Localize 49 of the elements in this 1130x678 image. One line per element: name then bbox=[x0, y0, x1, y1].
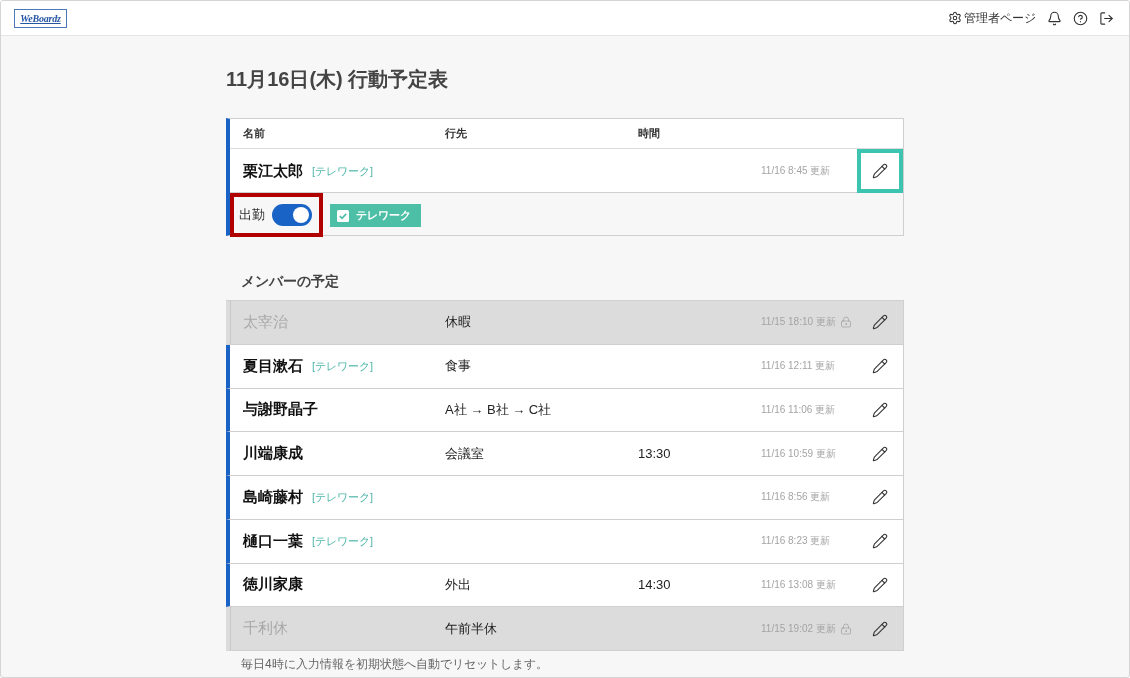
attendance-toggle[interactable] bbox=[272, 204, 312, 226]
updated-time: 11/16 8:23 更新 bbox=[761, 534, 831, 549]
pencil-icon bbox=[872, 314, 888, 331]
pencil-icon bbox=[872, 576, 888, 593]
pencil-icon bbox=[872, 401, 888, 418]
member-name: 樋口一葉 bbox=[243, 531, 303, 551]
help-icon bbox=[1072, 10, 1088, 26]
updated-time: 11/16 13:08 更新 bbox=[761, 577, 836, 592]
member-name: 徳川家康 bbox=[243, 575, 303, 595]
telework-label: [テレワーク] bbox=[312, 489, 374, 505]
member-name: 栗江太郎 bbox=[243, 161, 303, 181]
destination-text: 外出 bbox=[445, 575, 471, 594]
updated-time: 11/16 8:45 更新 bbox=[761, 164, 831, 178]
pencil-icon bbox=[872, 620, 888, 637]
page-title: 11月16日(木) 行動予定表 bbox=[226, 67, 450, 92]
updated-time: 11/16 8:56 更新 bbox=[761, 490, 831, 505]
pencil-icon bbox=[872, 489, 888, 506]
column-header: 時間 bbox=[638, 126, 661, 141]
time-text: 13:30 bbox=[638, 446, 671, 462]
attendance-label: 出勤 bbox=[239, 206, 265, 224]
destination-text: 休暇 bbox=[445, 313, 471, 332]
time-text: 14:30 bbox=[638, 577, 671, 593]
bell-icon bbox=[1046, 10, 1062, 26]
section-title: メンバーの予定 bbox=[240, 272, 340, 290]
updated-time: 11/16 11:06 更新 bbox=[761, 402, 836, 417]
admin-page-link[interactable]: 管理者ページ bbox=[948, 9, 1036, 27]
column-header: 行先 bbox=[445, 126, 468, 141]
note-text: 毎日4時に入力情報を初期状態へ自動でリセットします。 bbox=[240, 657, 549, 672]
member-name: 夏目漱石 bbox=[243, 356, 303, 376]
updated-time: 11/16 10:59 更新 bbox=[761, 446, 836, 461]
logo[interactable]: WeBoardz bbox=[14, 8, 67, 28]
destination-text: 会議室 bbox=[445, 444, 484, 463]
updated-time: 11/16 12:11 更新 bbox=[761, 359, 836, 374]
telework-label: [テレワーク] bbox=[312, 358, 374, 374]
logout-icon bbox=[1098, 10, 1114, 26]
settings-icon bbox=[948, 11, 962, 25]
destination-text: A社 → B社 → C社 bbox=[445, 400, 552, 419]
pencil-icon bbox=[872, 533, 888, 550]
pencil-icon bbox=[872, 445, 888, 462]
member-name: 川端康成 bbox=[243, 444, 303, 464]
telework-label: [テレワーク] bbox=[312, 163, 374, 179]
pencil-icon bbox=[872, 358, 888, 375]
member-name: 与謝野晶子 bbox=[243, 400, 318, 420]
column-header: 名前 bbox=[243, 126, 266, 141]
destination-text: 午前半休 bbox=[445, 619, 497, 638]
destination-text: 食事 bbox=[445, 357, 471, 376]
member-name: 島崎藤村 bbox=[243, 487, 303, 507]
telework-label: [テレワーク] bbox=[312, 533, 374, 549]
pencil-icon bbox=[872, 163, 888, 179]
